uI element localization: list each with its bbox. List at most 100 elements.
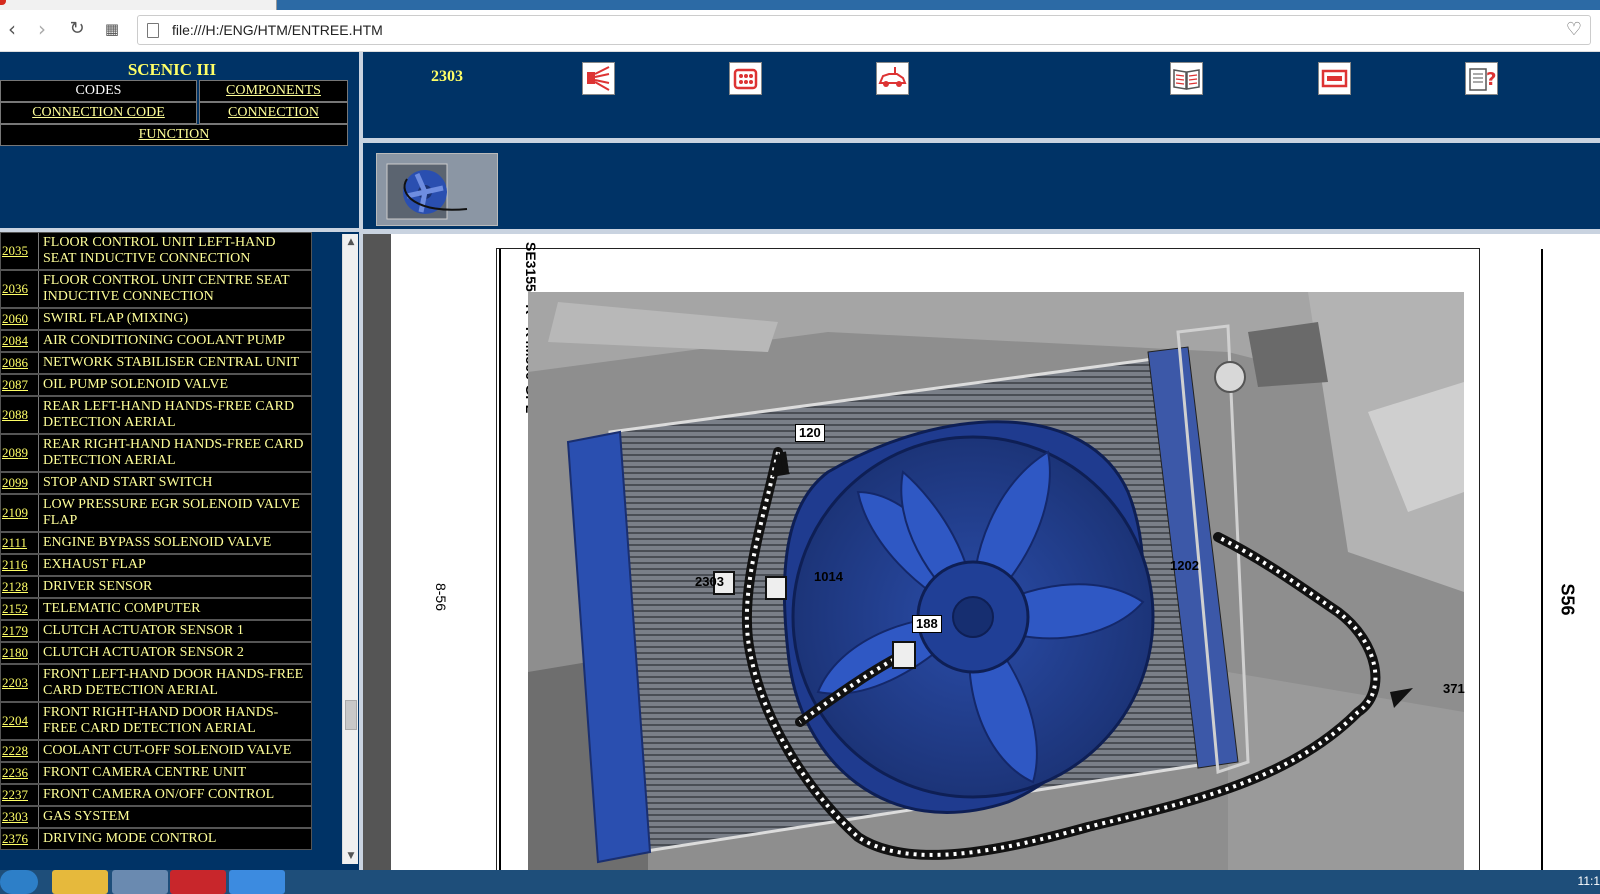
list-item[interactable]: 2089 REAR RIGHT-HAND HANDS-FREE CARD DETE… xyxy=(0,434,312,472)
nav-connection[interactable]: CONNECTION xyxy=(199,102,348,124)
nav-codes[interactable]: CODES xyxy=(0,80,197,102)
right-header: 2303 ? xyxy=(363,52,1600,138)
list-item[interactable]: 2116 EXHAUST FLAP xyxy=(0,554,312,576)
component-code-link[interactable]: 2203 xyxy=(1,665,39,701)
nav-connection-code[interactable]: CONNECTION CODE xyxy=(0,102,197,124)
page-number: 8-56 xyxy=(433,582,450,612)
list-item[interactable]: 2111 ENGINE BYPASS SOLENOID VALVE xyxy=(0,532,312,554)
scroll-up-arrow-icon[interactable]: ▲ xyxy=(343,234,359,250)
component-description: AIR CONDITIONING COOLANT PUMP xyxy=(43,333,286,348)
list-item[interactable]: 2303 GAS SYSTEM xyxy=(0,806,312,828)
component-description: DRIVER SENSOR xyxy=(43,579,153,594)
opera-icon[interactable] xyxy=(170,870,226,894)
media-player-icon[interactable] xyxy=(112,870,168,894)
connector-icon[interactable] xyxy=(729,62,762,95)
scroll-down-arrow-icon[interactable]: ▼ xyxy=(343,848,359,864)
nav-function[interactable]: FUNCTION xyxy=(0,124,348,146)
grid-icon[interactable]: ▦ xyxy=(100,18,124,42)
list-item[interactable]: 2109 LOW PRESSURE EGR SOLENOID VALVE FLAP xyxy=(0,494,312,532)
component-description: TELEMATIC COMPUTER xyxy=(43,601,201,616)
book-icon[interactable] xyxy=(1170,62,1203,95)
model-title: SCENIC III xyxy=(127,60,217,79)
component-code-link[interactable]: 2035 xyxy=(1,233,39,269)
callout-371[interactable]: 371 xyxy=(1440,681,1468,697)
wiring-icon[interactable] xyxy=(582,62,615,95)
list-item[interactable]: 2088 REAR LEFT-HAND HANDS-FREE CARD DETEC… xyxy=(0,396,312,434)
list-scrollbar[interactable]: ▲ ▼ xyxy=(342,234,358,864)
component-code-link[interactable]: 2180 xyxy=(1,643,39,663)
explorer-icon[interactable] xyxy=(52,870,108,894)
help-icon[interactable]: ? xyxy=(1465,62,1498,95)
list-item[interactable]: 2228 COOLANT CUT-OFF SOLENOID VALVE xyxy=(0,740,312,762)
vehicle-location-icon[interactable] xyxy=(876,62,909,95)
component-code-link[interactable]: 2152 xyxy=(1,599,39,619)
back-arrow-icon[interactable]: ‹ xyxy=(0,18,24,42)
component-code-link[interactable]: 2237 xyxy=(1,785,39,805)
start-button[interactable] xyxy=(0,870,38,894)
list-item[interactable]: 2128 DRIVER SENSOR xyxy=(0,576,312,598)
callout-120[interactable]: 120 xyxy=(795,424,825,442)
list-item[interactable]: 2376 DRIVING MODE CONTROL xyxy=(0,828,312,850)
browser-tab[interactable] xyxy=(0,0,277,10)
component-photo xyxy=(528,292,1464,870)
component-description: ENGINE BYPASS SOLENOID VALVE xyxy=(43,535,272,550)
component-code-link[interactable]: 2084 xyxy=(1,331,39,351)
list-item[interactable]: 2036 FLOOR CONTROL UNIT CENTRE SEAT INDUC… xyxy=(0,270,312,308)
component-code-link[interactable]: 2179 xyxy=(1,621,39,641)
component-code-link[interactable]: 2036 xyxy=(1,271,39,307)
url-text[interactable]: file:///H:/ENG/HTM/ENTREE.HTM xyxy=(172,22,383,38)
section-number: S56 xyxy=(1557,583,1578,616)
component-description: EXHAUST FLAP xyxy=(43,557,146,572)
component-code-link[interactable]: 2236 xyxy=(1,763,39,783)
component-code-link[interactable]: 2116 xyxy=(1,555,39,575)
diagram-page: SE3155 - R - K4M866-GPL 8-56 S56 xyxy=(391,234,1600,870)
component-code-link[interactable]: 2060 xyxy=(1,309,39,329)
list-item[interactable]: 2203 FRONT LEFT-HAND DOOR HANDS-FREE CARD… xyxy=(0,664,312,702)
component-description: SWIRL FLAP (MIXING) xyxy=(43,311,189,326)
component-code-link[interactable]: 2303 xyxy=(1,807,39,827)
component-description: OIL PUMP SOLENOID VALVE xyxy=(43,377,229,392)
heart-icon[interactable]: ♡ xyxy=(1566,19,1582,40)
list-item[interactable]: 2204 FRONT RIGHT-HAND DOOR HANDS-FREE CAR… xyxy=(0,702,312,740)
fuse-box-icon[interactable] xyxy=(1318,62,1351,95)
component-code-link[interactable]: 2111 xyxy=(1,533,39,553)
callout-188[interactable]: 188 xyxy=(912,615,942,633)
list-item[interactable]: 2086 NETWORK STABILISER CENTRAL UNIT xyxy=(0,352,312,374)
callout-1202[interactable]: 1202 xyxy=(1167,558,1202,574)
component-code-link[interactable]: 2109 xyxy=(1,495,39,531)
diagram-thumbnail[interactable] xyxy=(376,153,498,226)
callout-1014[interactable]: 1014 xyxy=(811,569,846,585)
component-code-link[interactable]: 2204 xyxy=(1,703,39,739)
list-item[interactable]: 2237 FRONT CAMERA ON/OFF CONTROL xyxy=(0,784,312,806)
component-code-link[interactable]: 2089 xyxy=(1,435,39,471)
component-code-link[interactable]: 2228 xyxy=(1,741,39,761)
component-code-link[interactable]: 2087 xyxy=(1,375,39,395)
scroll-thumb[interactable] xyxy=(345,700,357,730)
list-item[interactable]: 2180 CLUTCH ACTUATOR SENSOR 2 xyxy=(0,642,312,664)
list-item[interactable]: 2035 FLOOR CONTROL UNIT LEFT-HAND SEAT IN… xyxy=(0,232,312,270)
component-code-link[interactable]: 2099 xyxy=(1,473,39,493)
list-item[interactable]: 2236 FRONT CAMERA CENTRE UNIT xyxy=(0,762,312,784)
component-description: LOW PRESSURE EGR SOLENOID VALVE FLAP xyxy=(43,497,300,528)
app-icon[interactable] xyxy=(229,870,285,894)
component-code-link[interactable]: 2086 xyxy=(1,353,39,373)
component-code-link[interactable]: 2128 xyxy=(1,577,39,597)
callout-2303[interactable]: 2303 xyxy=(692,574,727,590)
tab-favicon xyxy=(0,0,6,5)
component-code-link[interactable]: 2088 xyxy=(1,397,39,433)
list-item[interactable]: 2179 CLUTCH ACTUATOR SENSOR 1 xyxy=(0,620,312,642)
list-item[interactable]: 2099 STOP AND START SWITCH xyxy=(0,472,312,494)
list-item[interactable]: 2152 TELEMATIC COMPUTER xyxy=(0,598,312,620)
component-code-link[interactable]: 2376 xyxy=(1,829,39,849)
reload-icon[interactable]: ↻ xyxy=(65,18,89,42)
forward-arrow-icon[interactable]: › xyxy=(30,18,54,42)
component-description: FLOOR CONTROL UNIT CENTRE SEAT INDUCTIVE… xyxy=(43,273,290,304)
list-item[interactable]: 2060 SWIRL FLAP (MIXING) xyxy=(0,308,312,330)
list-item[interactable]: 2084 AIR CONDITIONING COOLANT PUMP xyxy=(0,330,312,352)
component-description: FRONT RIGHT-HAND DOOR HANDS-FREE CARD DE… xyxy=(43,705,279,736)
component-description: REAR LEFT-HAND HANDS-FREE CARD DETECTION… xyxy=(43,399,295,430)
list-item[interactable]: 2087 OIL PUMP SOLENOID VALVE xyxy=(0,374,312,396)
address-bar[interactable]: file:///H:/ENG/HTM/ENTREE.HTM ♡ xyxy=(137,15,1591,45)
component-description: REAR RIGHT-HAND HANDS-FREE CARD DETECTIO… xyxy=(43,437,304,468)
nav-components[interactable]: COMPONENTS xyxy=(199,80,348,102)
